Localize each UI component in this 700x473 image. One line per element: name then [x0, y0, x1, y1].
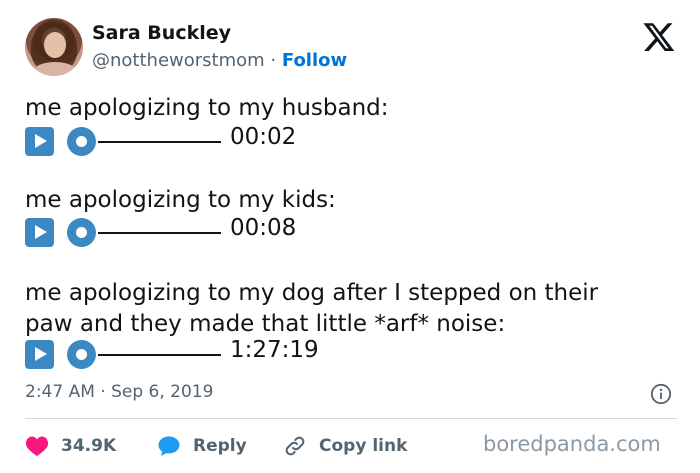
- tweet-card: Sara Buckley @nottheworstmom · Follow me…: [0, 0, 700, 473]
- tweet-text-line: me apologizing to my dog after I stepped…: [25, 280, 599, 306]
- progress-line: [98, 232, 221, 234]
- author-handle[interactable]: @nottheworstmom: [92, 50, 265, 71]
- record-button-icon: [67, 218, 96, 247]
- progress-line: [98, 141, 221, 143]
- reply-button[interactable]: Reply: [157, 432, 247, 460]
- play-button-icon: [25, 340, 54, 369]
- reply-label: Reply: [193, 436, 247, 456]
- tweet-text-line: me apologizing to my husband:: [25, 95, 389, 121]
- heart-icon: [25, 436, 49, 456]
- duration-label: 00:08: [230, 215, 297, 241]
- avatar-face: [44, 32, 66, 58]
- divider: [25, 418, 677, 419]
- likes-count: 34.9K: [61, 436, 117, 456]
- play-button-icon: [25, 127, 54, 156]
- author-handle-row: @nottheworstmom · Follow: [92, 50, 347, 71]
- avatar-shirt: [33, 62, 77, 76]
- tweet-text-line: paw and they made that little *arf* nois…: [25, 311, 506, 337]
- separator-dot: ·: [270, 50, 277, 71]
- like-button[interactable]: 34.9K: [25, 432, 116, 460]
- copy-link-label: Copy link: [319, 436, 408, 456]
- tweet-timestamp[interactable]: 2:47 AM · Sep 6, 2019: [25, 382, 213, 402]
- watermark: boredpanda.com: [483, 432, 661, 456]
- duration-label: 1:27:19: [230, 337, 319, 363]
- duration-label: 00:02: [230, 124, 297, 150]
- record-button-icon: [67, 340, 96, 369]
- author-name[interactable]: Sara Buckley: [92, 22, 231, 44]
- tweet-text-line: me apologizing to my kids:: [25, 187, 336, 213]
- record-button-icon: [67, 127, 96, 156]
- x-logo-icon[interactable]: [642, 20, 676, 54]
- link-icon: [285, 436, 305, 456]
- play-button-icon: [25, 218, 54, 247]
- follow-button[interactable]: Follow: [282, 50, 347, 71]
- info-icon[interactable]: [650, 383, 672, 405]
- progress-line: [98, 354, 221, 356]
- copy-link-button[interactable]: Copy link: [283, 432, 407, 460]
- reply-bubble-icon: [158, 436, 180, 456]
- avatar[interactable]: [25, 18, 83, 76]
